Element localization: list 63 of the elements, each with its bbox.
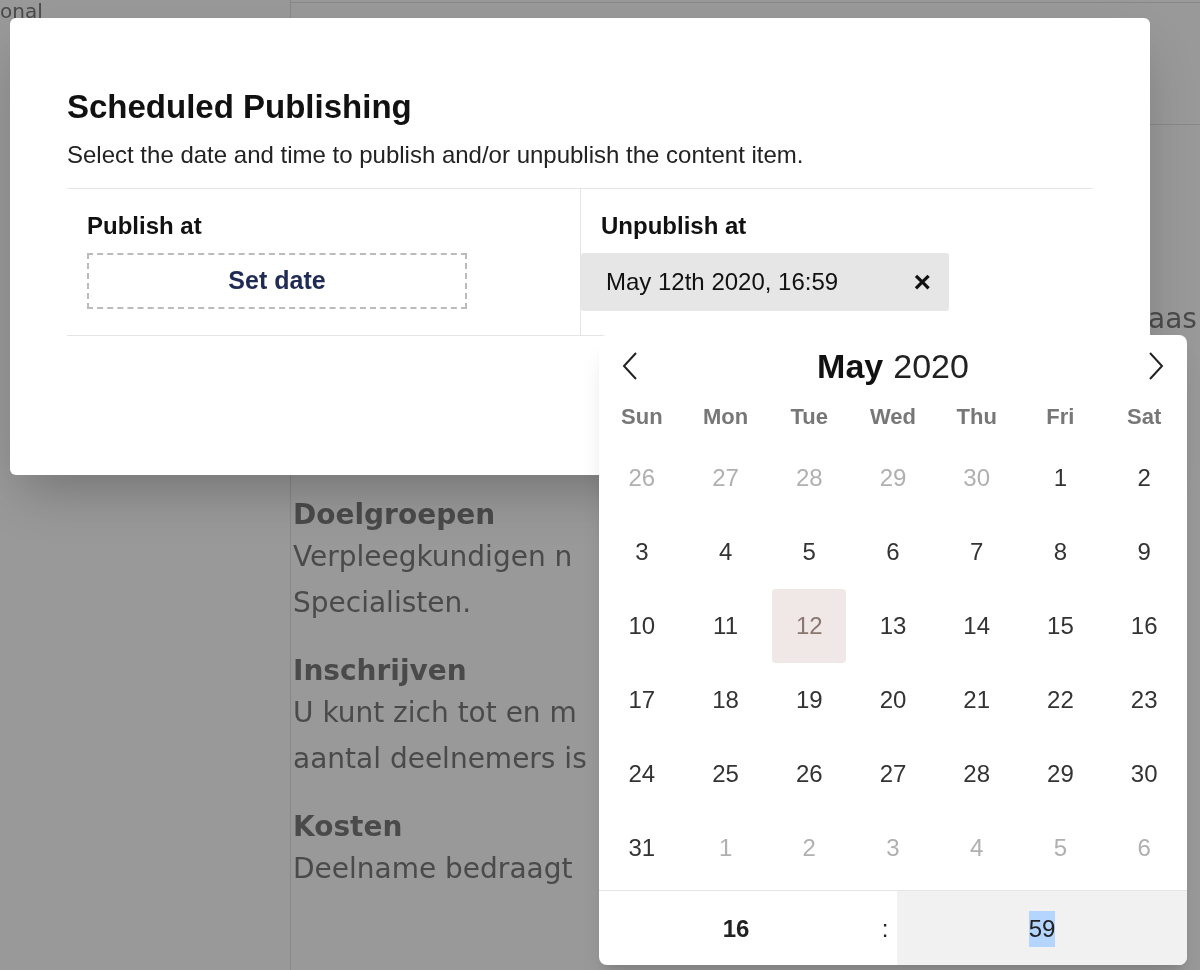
calendar-day[interactable]: 21 [939, 663, 1014, 737]
calendar-day[interactable]: 8 [1023, 515, 1098, 589]
calendar-day[interactable]: 2 [1107, 441, 1182, 515]
date-value-field[interactable]: May 12th 2020, 16:59 × [581, 253, 949, 311]
body-text: U kunt zich tot en m [293, 695, 578, 731]
calendar-day[interactable]: 16 [1107, 589, 1182, 663]
calendar-day[interactable]: 20 [856, 663, 930, 737]
calendar-day[interactable]: 30 [1107, 737, 1182, 811]
calendar-day[interactable]: 27 [856, 737, 930, 811]
calendar-day[interactable]: 19 [772, 663, 847, 737]
year-label: 2020 [893, 345, 969, 387]
section-heading: Inschrijven [293, 653, 468, 689]
previous-month-icon[interactable] [621, 351, 639, 381]
weekday-label: Sun [621, 402, 663, 431]
body-text: Verpleegkundigen n [293, 539, 574, 575]
page-text-fragment: onal [0, 0, 43, 25]
time-separator: : [881, 914, 889, 944]
calendar-day[interactable]: 28 [939, 737, 1014, 811]
weekday-label: Fri [1046, 402, 1075, 431]
next-month-icon[interactable] [1147, 351, 1165, 381]
calendar-day[interactable]: 29 [1023, 737, 1098, 811]
calendar-day[interactable]: 6 [856, 515, 930, 589]
hour-field[interactable]: 16 [714, 911, 758, 947]
calendar-day[interactable]: 4 [688, 515, 763, 589]
page-text-fragment: aas [1148, 301, 1197, 337]
field-label: Publish at [87, 211, 202, 241]
calendar-day[interactable]: 17 [604, 663, 679, 737]
weekday-label: Tue [790, 402, 828, 431]
dialog-title: Scheduled Publishing [67, 88, 413, 126]
calendar-day[interactable]: 23 [1107, 663, 1182, 737]
calendar-day[interactable]: 9 [1107, 515, 1182, 589]
dialog-description: Select the date and time to publish and/or unpublish the content item. [67, 140, 805, 170]
date-value: May 12th 2020, 16:59 [606, 267, 839, 297]
calendar-day[interactable]: 11 [688, 589, 763, 663]
calendar-day[interactable]: 5 [772, 515, 847, 589]
weekday-label: Mon [702, 402, 749, 431]
weekday-label: Thu [956, 402, 997, 431]
calendar-day[interactable]: 15 [1023, 589, 1098, 663]
body-text: Specialisten. [293, 585, 473, 621]
month-label: May [817, 345, 884, 387]
section-heading: Doelgroepen [293, 497, 497, 533]
calendar-day[interactable]: 13 [856, 589, 930, 663]
weekday-label: Wed [869, 402, 916, 431]
clear-button[interactable]: × [913, 267, 931, 297]
calendar-day[interactable]: 10 [604, 589, 679, 663]
section-heading: Kosten [293, 809, 404, 845]
weekday-label: Sat [1127, 402, 1162, 431]
calendar-day[interactable]: 26 [772, 737, 847, 811]
calendar-day[interactable]: 1 [1023, 441, 1098, 515]
calendar-day[interactable]: 24 [604, 737, 679, 811]
calendar-day[interactable]: 22 [1023, 663, 1098, 737]
field-label: Unpublish at [601, 211, 747, 241]
calendar-day[interactable]: 7 [939, 515, 1014, 589]
calendar-day[interactable]: 3 [604, 515, 679, 589]
calendar-day[interactable]: 14 [939, 589, 1014, 663]
calendar-day[interactable]: 25 [688, 737, 763, 811]
calendar-day[interactable]: 12 [772, 589, 847, 663]
body-text: Deelname bedraagt [293, 851, 574, 887]
calendar-day[interactable]: 18 [688, 663, 763, 737]
minute-field[interactable]: 59 [1028, 911, 1056, 947]
calendar-day[interactable]: 31 [604, 811, 679, 885]
body-text: aantal deelnemers is [293, 741, 587, 777]
set-date-button[interactable]: Set date [87, 253, 467, 309]
